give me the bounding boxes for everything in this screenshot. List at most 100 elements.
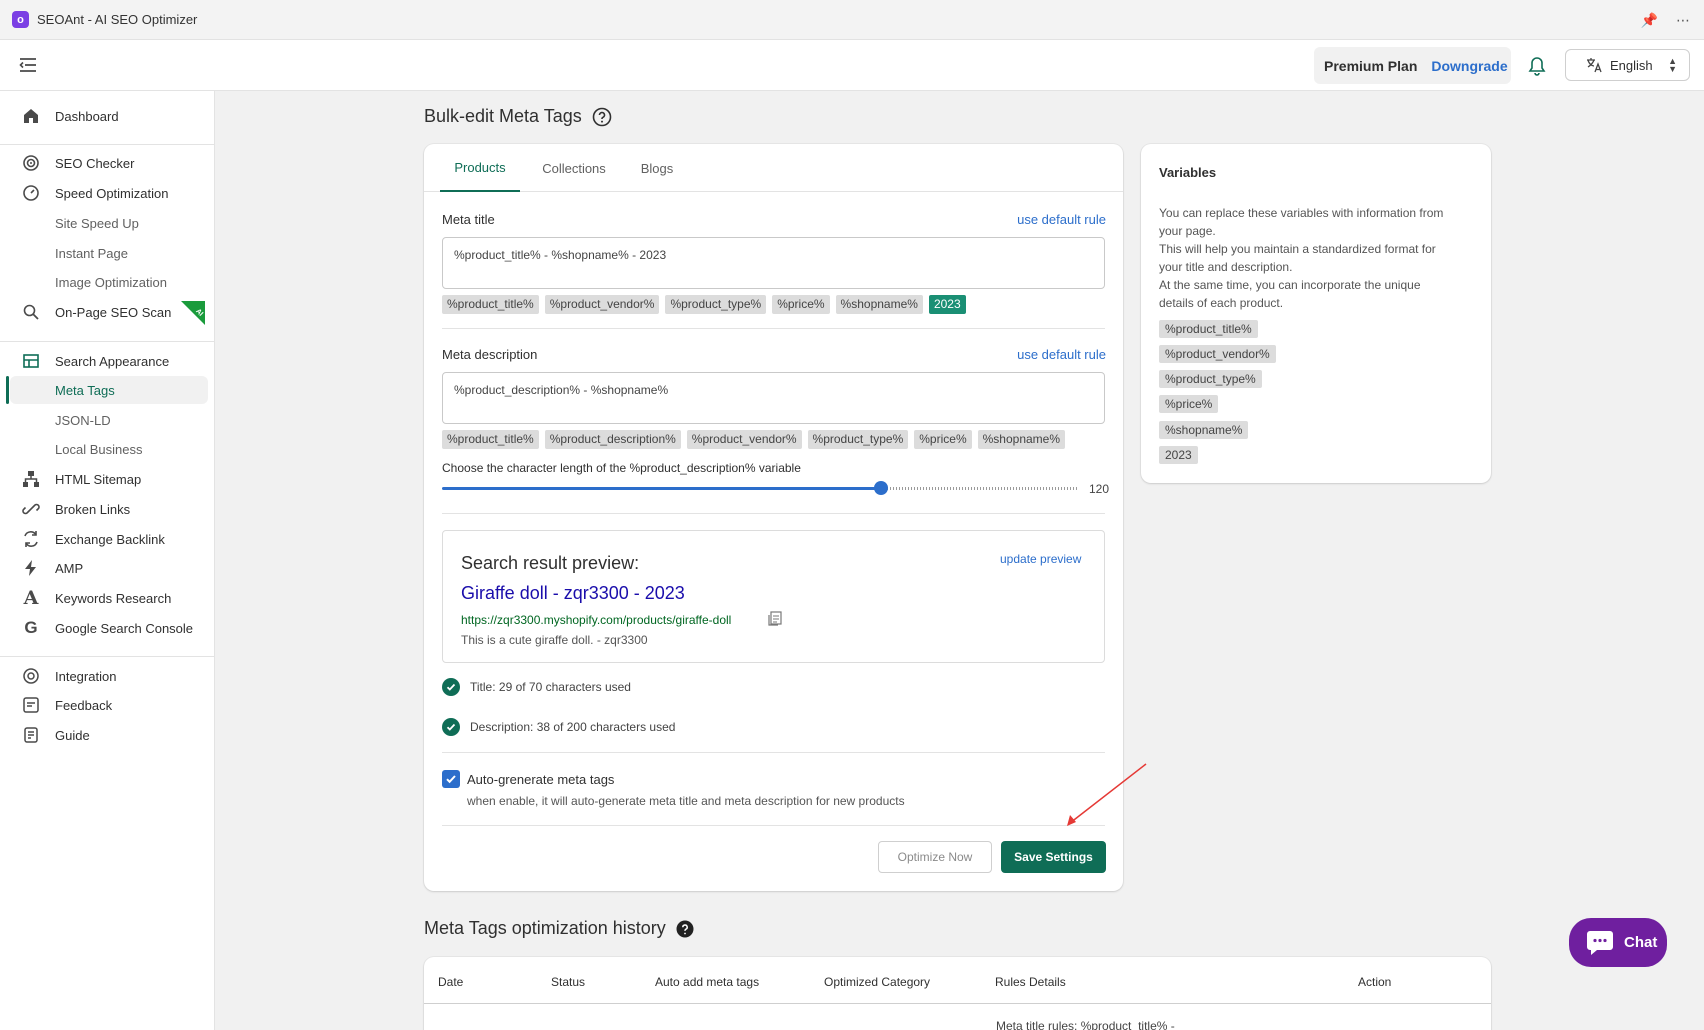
preview-result-title[interactable]: Giraffe doll - zqr3300 - 2023 xyxy=(461,583,685,604)
sidebar-item-google-search-console[interactable]: G Google Search Console xyxy=(10,614,208,642)
annotation-arrow xyxy=(1067,763,1147,826)
sidebar-toggle-icon[interactable] xyxy=(18,56,38,74)
home-icon xyxy=(24,109,38,123)
meta-description-chip[interactable]: %product_vendor% xyxy=(686,430,802,449)
slider-thumb[interactable] xyxy=(874,481,888,495)
notification-bell-icon[interactable] xyxy=(1528,56,1546,76)
meta-description-chip[interactable]: %shopname% xyxy=(977,430,1066,449)
sidebar-item-site-speed-up[interactable]: Site Speed Up xyxy=(10,209,208,237)
plan-name: Premium Plan xyxy=(1324,57,1418,74)
sidebar-item-instant-page[interactable]: Instant Page xyxy=(10,239,208,267)
variable-chip[interactable]: 2023 xyxy=(1159,446,1198,464)
variable-chip[interactable]: %product_type% xyxy=(1159,370,1262,388)
sidebar-item-local-business[interactable]: Local Business xyxy=(10,435,208,463)
variables-title: Variables xyxy=(1159,165,1217,180)
description-line: At the same time, you can incorporate th… xyxy=(1159,278,1421,292)
save-settings-button[interactable]: Save Settings xyxy=(1001,841,1106,873)
meta-title-chip-selected[interactable]: 2023 xyxy=(928,295,966,314)
title-check-text: Title: 29 of 70 characters used xyxy=(470,680,631,694)
slider-track[interactable] xyxy=(881,487,1078,490)
meta-title-chip[interactable]: %shopname% xyxy=(835,295,923,314)
optimize-now-button[interactable]: Optimize Now xyxy=(878,841,992,873)
downgrade-link[interactable]: Downgrade xyxy=(1431,58,1507,74)
variable-chip[interactable]: %price% xyxy=(1159,395,1219,413)
chat-button[interactable]: Chat xyxy=(1569,918,1667,967)
meta-title-chip[interactable]: %product_vendor% xyxy=(544,295,660,314)
description-line: your title and description. xyxy=(1159,260,1293,274)
col-action: Action xyxy=(1358,975,1392,989)
meta-description-input[interactable]: %product_description% - %shopname% xyxy=(442,372,1105,424)
sidebar-item-exchange-backlink[interactable]: Exchange Backlink xyxy=(10,525,208,553)
sidebar-item-label: Google Search Console xyxy=(55,620,194,636)
sidebar-item-keywords-research[interactable]: A Keywords Research xyxy=(10,584,208,612)
tab-collections[interactable]: Collections xyxy=(526,144,622,192)
col-optimized-category: Optimized Category xyxy=(824,975,931,989)
sidebar-item-json-ld[interactable]: JSON-LD xyxy=(10,406,208,434)
variables-panel: Variables You can replace these variable… xyxy=(1141,144,1491,483)
more-options-icon[interactable]: ⋯ xyxy=(1676,12,1690,29)
meta-description-chips: %product_title% %product_description% %p… xyxy=(442,430,1066,449)
sidebar-item-seo-checker[interactable]: SEO Checker xyxy=(10,149,208,177)
variable-chip[interactable]: %product_title% xyxy=(1159,320,1258,338)
variables-description: You can replace these variables with inf… xyxy=(1159,204,1443,312)
meta-description-chip[interactable]: %product_type% xyxy=(807,430,909,449)
sidebar-item-html-sitemap[interactable]: HTML Sitemap xyxy=(10,465,208,493)
sidebar-item-label: Dashboard xyxy=(55,108,119,124)
copy-icon[interactable] xyxy=(768,611,782,626)
sidebar-item-label: HTML Sitemap xyxy=(55,471,142,487)
speedometer-icon xyxy=(23,185,39,201)
ai-badge-icon: AI xyxy=(181,301,205,325)
chat-label: Chat xyxy=(1624,934,1658,951)
sidebar-item-image-optimization[interactable]: Image Optimization xyxy=(10,268,208,296)
feedback-icon xyxy=(23,697,39,713)
pin-icon[interactable]: 📌 xyxy=(1641,12,1658,29)
sidebar-item-label: Instant Page xyxy=(55,245,128,261)
sidebar-item-integration[interactable]: Integration xyxy=(10,662,208,690)
meta-title-chip[interactable]: %product_title% xyxy=(442,295,539,314)
sidebar-item-on-page-seo-scan[interactable]: On-Page SEO Scan xyxy=(10,298,208,326)
plan-box: Premium Plan Downgrade xyxy=(1314,47,1511,84)
sidebar-item-feedback[interactable]: Feedback xyxy=(10,691,208,719)
history-title: Meta Tags optimization history xyxy=(424,918,694,939)
auto-generate-label[interactable]: Auto-grenerate meta tags xyxy=(467,772,614,787)
translate-icon xyxy=(1587,58,1602,73)
meta-title-chip[interactable]: %price% xyxy=(772,295,830,314)
help-filled-icon[interactable] xyxy=(676,920,694,938)
description-check-text: Description: 38 of 200 characters used xyxy=(470,720,676,734)
sidebar-item-meta-tags[interactable]: Meta Tags xyxy=(10,376,208,404)
slider-fill xyxy=(442,487,881,490)
sidebar-item-amp[interactable]: AMP xyxy=(10,554,208,582)
sidebar-item-search-appearance[interactable]: Search Appearance xyxy=(10,347,208,375)
sidebar-item-broken-links[interactable]: Broken Links xyxy=(10,495,208,523)
meta-description-label: Meta description xyxy=(442,347,538,362)
sidebar-item-label: Feedback xyxy=(55,697,113,713)
meta-title-input[interactable]: %product_title% - %shopname% - 2023 xyxy=(442,237,1105,289)
integration-icon xyxy=(23,668,39,684)
tab-blogs[interactable]: Blogs xyxy=(622,144,692,192)
col-status: Status xyxy=(551,975,586,989)
language-selector[interactable]: English ▲ ▼ xyxy=(1565,49,1690,81)
bolt-icon xyxy=(25,560,36,576)
check-circle-icon xyxy=(442,718,460,736)
description-length-check: Description: 38 of 200 characters used xyxy=(442,718,675,736)
tab-products[interactable]: Products xyxy=(440,144,520,192)
meta-description-default-rule-link[interactable]: use default rule xyxy=(1017,347,1106,362)
sidebar-item-label: Integration xyxy=(55,668,117,684)
meta-title-default-rule-link[interactable]: use default rule xyxy=(1017,212,1106,227)
select-caret-icon: ▲ ▼ xyxy=(1668,56,1677,74)
variable-chip[interactable]: %product_vendor% xyxy=(1159,345,1276,363)
link-icon xyxy=(22,503,40,515)
sidebar-item-speed-optimization[interactable]: Speed Optimization xyxy=(10,179,208,207)
check-circle-icon xyxy=(442,678,460,696)
table-icon xyxy=(23,354,39,368)
sidebar-item-dashboard[interactable]: Dashboard xyxy=(10,102,208,130)
help-icon[interactable] xyxy=(592,107,612,127)
meta-description-chip[interactable]: %product_title% xyxy=(442,430,539,449)
meta-description-chip[interactable]: %price% xyxy=(914,430,972,449)
variable-chip[interactable]: %shopname% xyxy=(1159,421,1249,439)
meta-description-chip[interactable]: %product_description% xyxy=(544,430,681,449)
update-preview-link[interactable]: update preview xyxy=(1000,552,1081,566)
meta-title-chip[interactable]: %product_type% xyxy=(665,295,767,314)
auto-generate-checkbox[interactable] xyxy=(442,770,460,788)
sidebar-item-guide[interactable]: Guide xyxy=(10,721,208,749)
